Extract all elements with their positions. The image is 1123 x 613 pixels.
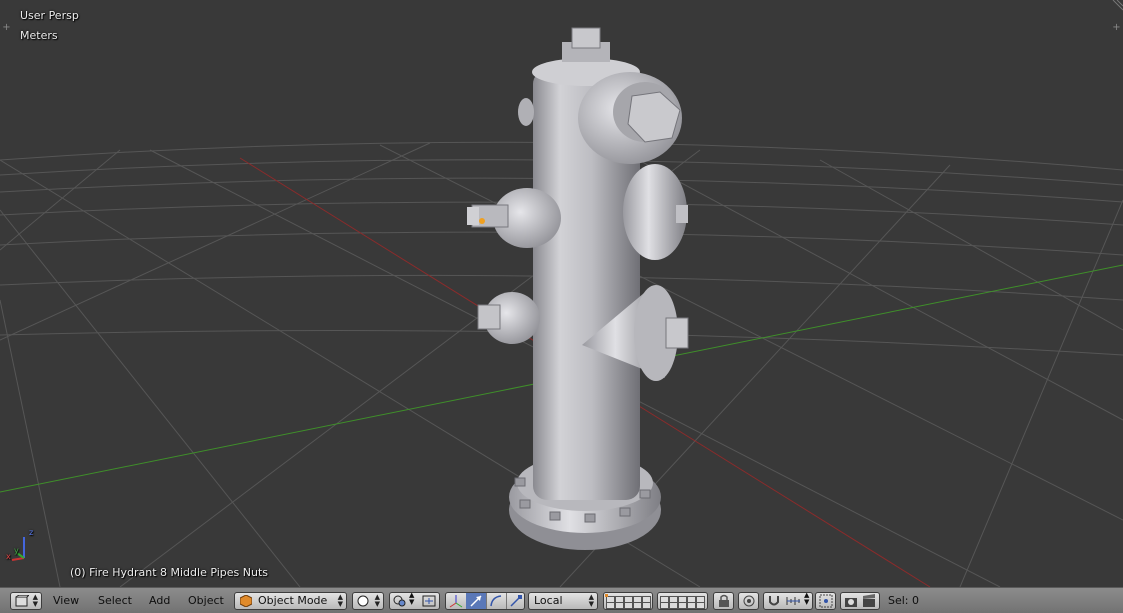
proportional-edit-icon [743,595,755,607]
rotate-icon [490,595,502,607]
rotate-button[interactable] [486,593,507,609]
selection-status: Sel: 0 [888,594,920,607]
mode-selector[interactable]: Object Mode ▲ ▼ [234,592,347,610]
scale-icon [510,595,522,607]
transform-orientation-selector[interactable]: Local ▲ ▼ [528,592,598,610]
axes-manipulator-icon [449,595,463,608]
menu-object[interactable]: Object [188,593,224,609]
region-expand-right-icon[interactable]: + [1112,23,1121,33]
layers-grid-right[interactable] [657,592,708,610]
menu-view[interactable]: View [53,593,79,609]
fire-hydrant-model [467,27,689,550]
axis-z-letter: z [29,528,34,537]
render-buttons[interactable] [840,592,880,610]
view-label: User Persp [20,9,79,22]
clapperboard-icon [863,594,875,607]
axis-x-letter: x [6,552,11,561]
area-split-corner-icon[interactable] [1109,0,1123,14]
region-expand-left-icon[interactable]: + [2,23,11,33]
proportional-editing-button[interactable] [738,592,759,610]
manipulator-axes-button[interactable] [446,593,467,609]
3d-view-icon [15,595,29,607]
viewport-shading-selector[interactable]: ▲ ▼ [352,592,384,610]
manipulator-toggle-icon [422,595,436,607]
3d-viewport[interactable]: User Persp Meters (0) Fire Hydrant 8 Mid… [0,0,1123,587]
dropdown-arrows-icon: ▲ ▼ [804,591,810,606]
snap-target-button[interactable] [815,592,836,610]
layers-grid-left[interactable] [603,592,653,610]
active-object-info: (0) Fire Hydrant 8 Middle Pipes Nuts [70,566,269,579]
viewport-scene [0,27,1123,587]
3d-view-header: ▲ ▼ View Select Add Object Object Mode ▲ ▼… [0,587,1123,613]
dropdown-arrows-icon: ▲ ▼ [588,593,594,608]
snap-target-icon [819,594,833,608]
translate-icon [470,595,482,607]
mode-label: Object Mode [258,594,328,607]
pivot-point-icon [393,595,406,607]
editor-type-selector[interactable]: ▲ ▼ [10,592,42,610]
camera-render-icon [845,598,857,607]
menu-select[interactable]: Select [98,593,132,609]
lock-camera-button[interactable] [713,592,734,610]
dropdown-arrows-icon: ▲ ▼ [32,593,38,608]
lock-icon [719,594,729,607]
scale-button[interactable] [506,593,525,609]
cube-icon [240,595,252,607]
units-label: Meters [20,29,58,42]
translate-button[interactable] [466,593,487,609]
snap-increment-icon [786,597,800,605]
dropdown-arrows-icon: ▲ ▼ [374,593,380,608]
dropdown-arrows-icon: ▲ ▼ [337,593,343,608]
axis-y-letter: y [14,546,19,555]
transform-manipulators[interactable] [445,592,525,610]
orientation-label: Local [534,594,563,607]
snapping-group[interactable]: ▲ ▼ [763,592,813,610]
object-origin-dot [479,218,485,224]
solid-sphere-icon [357,595,369,607]
pivot-and-snap-group[interactable]: ▲ ▼ [389,592,440,610]
active-layer-dot [605,594,608,597]
menu-add[interactable]: Add [149,593,170,609]
dropdown-arrows-icon: ▲ ▼ [409,591,415,606]
magnet-icon [769,596,779,606]
